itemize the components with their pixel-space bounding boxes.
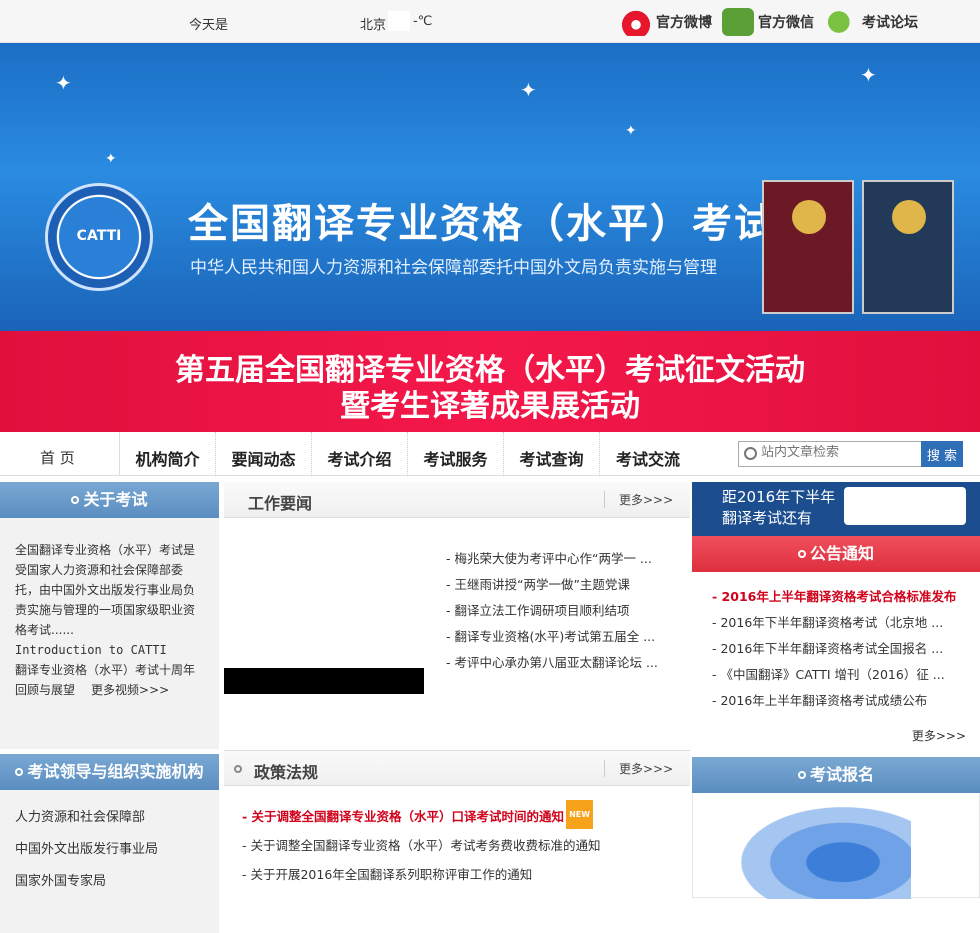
left-column: 关于考试 全国翻译专业资格（水平）考试是受国家人力资源和社会保障部委托，由中国外…: [0, 482, 219, 933]
search-input[interactable]: [761, 445, 919, 460]
forum-icon: [826, 8, 858, 36]
certificate-image: [762, 180, 854, 314]
about-panel: 关于考试 全国翻译专业资格（水平）考试是受国家人力资源和社会保障部委托，由中国外…: [0, 482, 219, 749]
certificate-image: [862, 180, 954, 314]
policy-more-link[interactable]: 更多>>>: [604, 760, 673, 777]
emblem-icon: [892, 200, 926, 234]
about-header: 关于考试: [0, 482, 219, 518]
policy-title: 政策法规: [254, 763, 319, 782]
work-news-title: 工作要闻: [248, 494, 313, 513]
top-bar: 今天是 北京 -℃ 官方微博 官方微信 考试论坛: [0, 0, 980, 43]
star-decoration: ✦: [625, 123, 637, 139]
policy-header: 政策法规 更多>>>: [224, 750, 690, 786]
star-decoration: ✦: [105, 151, 117, 167]
wechat-icon: [722, 8, 754, 36]
catti-logo[interactable]: CATTI: [45, 183, 153, 291]
circle-icon: [71, 496, 80, 504]
circle-icon: [234, 765, 242, 773]
list-item[interactable]: 2016年下半年翻译资格考试全国报名 ...: [712, 636, 980, 662]
work-news-box: 梅兆荣大使为考评中心作“两学一 ... 王继雨讲授“两学一做”主题党课 翻译立法…: [224, 518, 690, 750]
news-image-caption[interactable]: [224, 668, 424, 694]
promo-line-1: 第五届全国翻译专业资格（水平）考试征文活动: [175, 353, 805, 388]
weibo-label: 官方微博: [656, 15, 712, 31]
weibo-icon: [620, 8, 652, 36]
notice-header: 公告通知: [692, 536, 980, 572]
about-intro-en-link[interactable]: Introduction to CATTI: [15, 640, 205, 660]
right-column: 距2016年下半年 翻译考试还有 公告通知 2016年上半年翻译资格考试合格标准…: [692, 482, 980, 899]
exam-countdown: 距2016年下半年 翻译考试还有: [692, 482, 980, 536]
policy-list: 关于调整全国翻译专业资格（水平）口译考试时间的通知NEW 关于调整全国翻译专业资…: [224, 786, 690, 889]
search-button[interactable]: 搜 索: [921, 441, 963, 467]
list-item[interactable]: 梅兆荣大使为考评中心作“两学一 ...: [446, 546, 658, 572]
circle-icon: [797, 550, 806, 558]
org-header: 考试领导与组织实施机构: [0, 754, 219, 790]
list-item[interactable]: 2016年上半年翻译资格考试合格标准发布: [712, 584, 980, 610]
wechat-link[interactable]: 官方微信: [722, 8, 814, 36]
work-news-list: 梅兆荣大使为考评中心作“两学一 ... 王继雨讲授“两学一做”主题党课 翻译立法…: [446, 546, 658, 676]
nav-item-exam-intro[interactable]: 考试介绍: [312, 432, 408, 476]
nav-item-exam-forum[interactable]: 考试交流: [600, 432, 696, 476]
weather-temp: -℃: [413, 14, 433, 29]
today-label: 今天是: [189, 18, 229, 33]
org-list: 人力资源和社会保障部 中国外文出版发行事业局 国家外国专家局: [0, 790, 219, 933]
nav-item-exam-query[interactable]: 考试查询: [504, 432, 600, 476]
list-item[interactable]: 《中国翻译》CATTI 增刊（2016）征 ...: [712, 662, 980, 688]
list-item[interactable]: 考评中心承办第八届亚太翻译论坛 ...: [446, 650, 657, 676]
about-text: 全国翻译专业资格（水平）考试是受国家人力资源和社会保障部委托，由中国外文出版发行…: [0, 518, 219, 749]
site-subtitle: 中华人民共和国人力资源和社会保障部委托中国外文局负责实施与管理: [190, 258, 717, 278]
list-item[interactable]: 关于调整全国翻译专业资格（水平）考试考务费收费标准的通知: [242, 831, 690, 860]
promo-banner[interactable]: 第五届全国翻译专业资格（水平）考试征文活动 暨考生译著成果展活动: [0, 331, 980, 432]
nav-item-news[interactable]: 要闻动态: [216, 432, 312, 476]
forum-link[interactable]: 考试论坛: [826, 8, 918, 36]
org-item[interactable]: 中国外文出版发行事业局: [15, 834, 204, 866]
list-item[interactable]: 王继雨讲授“两学一做”主题党课: [446, 572, 658, 598]
star-decoration: ✦: [860, 63, 877, 87]
header-banner: ✦ ✦ ✦ ✦ ✦ CATTI 全国翻译专业资格（水平）考试 中华人民共和国人力…: [0, 43, 980, 331]
about-description[interactable]: 全国翻译专业资格（水平）考试是受国家人力资源和社会保障部委托，由中国外文出版发行…: [15, 540, 205, 640]
nav-item-exam-service[interactable]: 考试服务: [408, 432, 504, 476]
more-video-link[interactable]: 更多视频>>>: [91, 683, 169, 697]
middle-column: 工作要闻 更多>>> 梅兆荣大使为考评中心作“两学一 ... 王继雨讲授“两学一…: [224, 482, 690, 889]
weather-city: 北京: [360, 18, 387, 33]
list-item[interactable]: 关于调整全国翻译专业资格（水平）口译考试时间的通知NEW: [242, 800, 690, 831]
search-icon: [744, 447, 757, 460]
org-panel: 考试领导与组织实施机构 人力资源和社会保障部 中国外文出版发行事业局 国家外国专…: [0, 754, 219, 933]
promo-line-2: 暨考生译著成果展活动: [340, 389, 640, 424]
work-news-header: 工作要闻 更多>>>: [224, 482, 690, 518]
site-title: 全国翻译专业资格（水平）考试: [188, 201, 776, 247]
registration-header: 考试报名: [692, 757, 980, 793]
nav-item-about-org[interactable]: 机构简介: [120, 432, 216, 476]
main-nav: 首 页 机构简介 要闻动态 考试介绍 考试服务 考试查询 考试交流 搜 索: [0, 432, 980, 476]
org-item[interactable]: 人力资源和社会保障部: [15, 802, 204, 834]
weather-icon: [388, 11, 410, 31]
org-item[interactable]: 国家外国专家局: [15, 866, 204, 898]
star-decoration: ✦: [55, 71, 72, 95]
work-news-more-link[interactable]: 更多>>>: [604, 491, 673, 508]
list-item[interactable]: 翻译专业资格(水平)考试第五届全 ...: [446, 624, 658, 650]
list-item[interactable]: 翻译立法工作调研项目顺利结项: [446, 598, 658, 624]
registration-map-area: [692, 793, 980, 899]
new-badge: NEW: [566, 800, 594, 829]
china-map[interactable]: [741, 807, 911, 899]
notice-more-link[interactable]: 更多>>>: [692, 727, 980, 749]
nav-home[interactable]: 首 页: [0, 432, 120, 476]
circle-icon: [797, 771, 806, 779]
wechat-label: 官方微信: [758, 15, 814, 31]
emblem-icon: [792, 200, 826, 234]
weibo-link[interactable]: 官方微博: [620, 8, 712, 36]
search-box: [738, 441, 922, 467]
list-item[interactable]: 2016年上半年翻译资格考试成绩公布: [712, 688, 980, 714]
circle-icon: [15, 768, 24, 776]
star-decoration: ✦: [520, 78, 537, 102]
notice-list: 2016年上半年翻译资格考试合格标准发布 2016年下半年翻译资格考试（北京地 …: [692, 572, 980, 727]
list-item[interactable]: 2016年下半年翻译资格考试（北京地 ...: [712, 610, 980, 636]
forum-label: 考试论坛: [862, 15, 918, 31]
list-item[interactable]: 关于开展2016年全国翻译系列职称评审工作的通知: [242, 860, 690, 889]
countdown-days-box: [844, 487, 966, 525]
